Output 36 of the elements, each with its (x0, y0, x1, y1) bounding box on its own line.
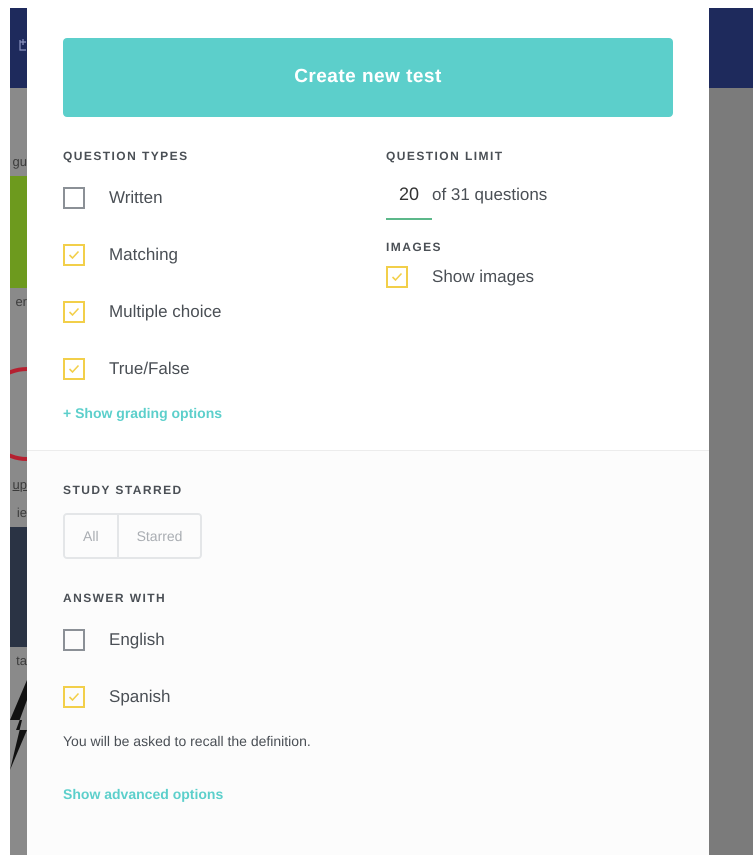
checkbox-label: English (109, 628, 165, 651)
check-icon (68, 250, 80, 260)
checkbox[interactable] (386, 266, 408, 288)
section-heading: IMAGES (386, 239, 443, 256)
check-icon (68, 692, 80, 702)
checkbox-label: Matching (109, 244, 178, 266)
checkbox[interactable] (63, 186, 85, 208)
checkbox[interactable] (63, 300, 85, 322)
checkbox-label: Show images (432, 266, 534, 288)
check-icon (68, 364, 80, 374)
text-fragment: er (14, 293, 27, 312)
checkbox[interactable] (63, 628, 85, 650)
checkbox-label: True/False (109, 358, 190, 380)
check-icon (391, 272, 403, 282)
checkbox-label: Multiple choice (109, 300, 222, 323)
text-fragment: ie (16, 504, 27, 522)
hint-text: You will be asked to recall the definition. (63, 732, 312, 751)
text-fragment: up (12, 476, 27, 494)
section-heading: QUESTION LIMIT (386, 148, 504, 165)
checkbox[interactable] (63, 244, 85, 266)
checkbox[interactable] (63, 358, 85, 380)
grading-options-link[interactable]: + Show grading options (63, 403, 386, 424)
check-icon (68, 306, 80, 316)
section-heading: QUESTION TYPES (63, 148, 190, 165)
checkbox[interactable] (63, 686, 85, 708)
text-fragment: gu (12, 153, 27, 172)
checkbox-label: Written (109, 186, 163, 209)
question-count-text: of 31 questions (432, 184, 548, 206)
advanced-options-link[interactable]: Show advanced options (63, 784, 673, 805)
section-heading: ANSWER WITH (63, 590, 168, 607)
plus-icon (19, 38, 27, 52)
checkbox-label: Spanish (109, 686, 170, 708)
text-fragment: ta (15, 652, 27, 670)
create-test-button[interactable]: Create new test (63, 38, 673, 117)
question-limit-field[interactable]: 20 (386, 181, 432, 220)
section-heading: STUDY STARRED (63, 482, 184, 499)
